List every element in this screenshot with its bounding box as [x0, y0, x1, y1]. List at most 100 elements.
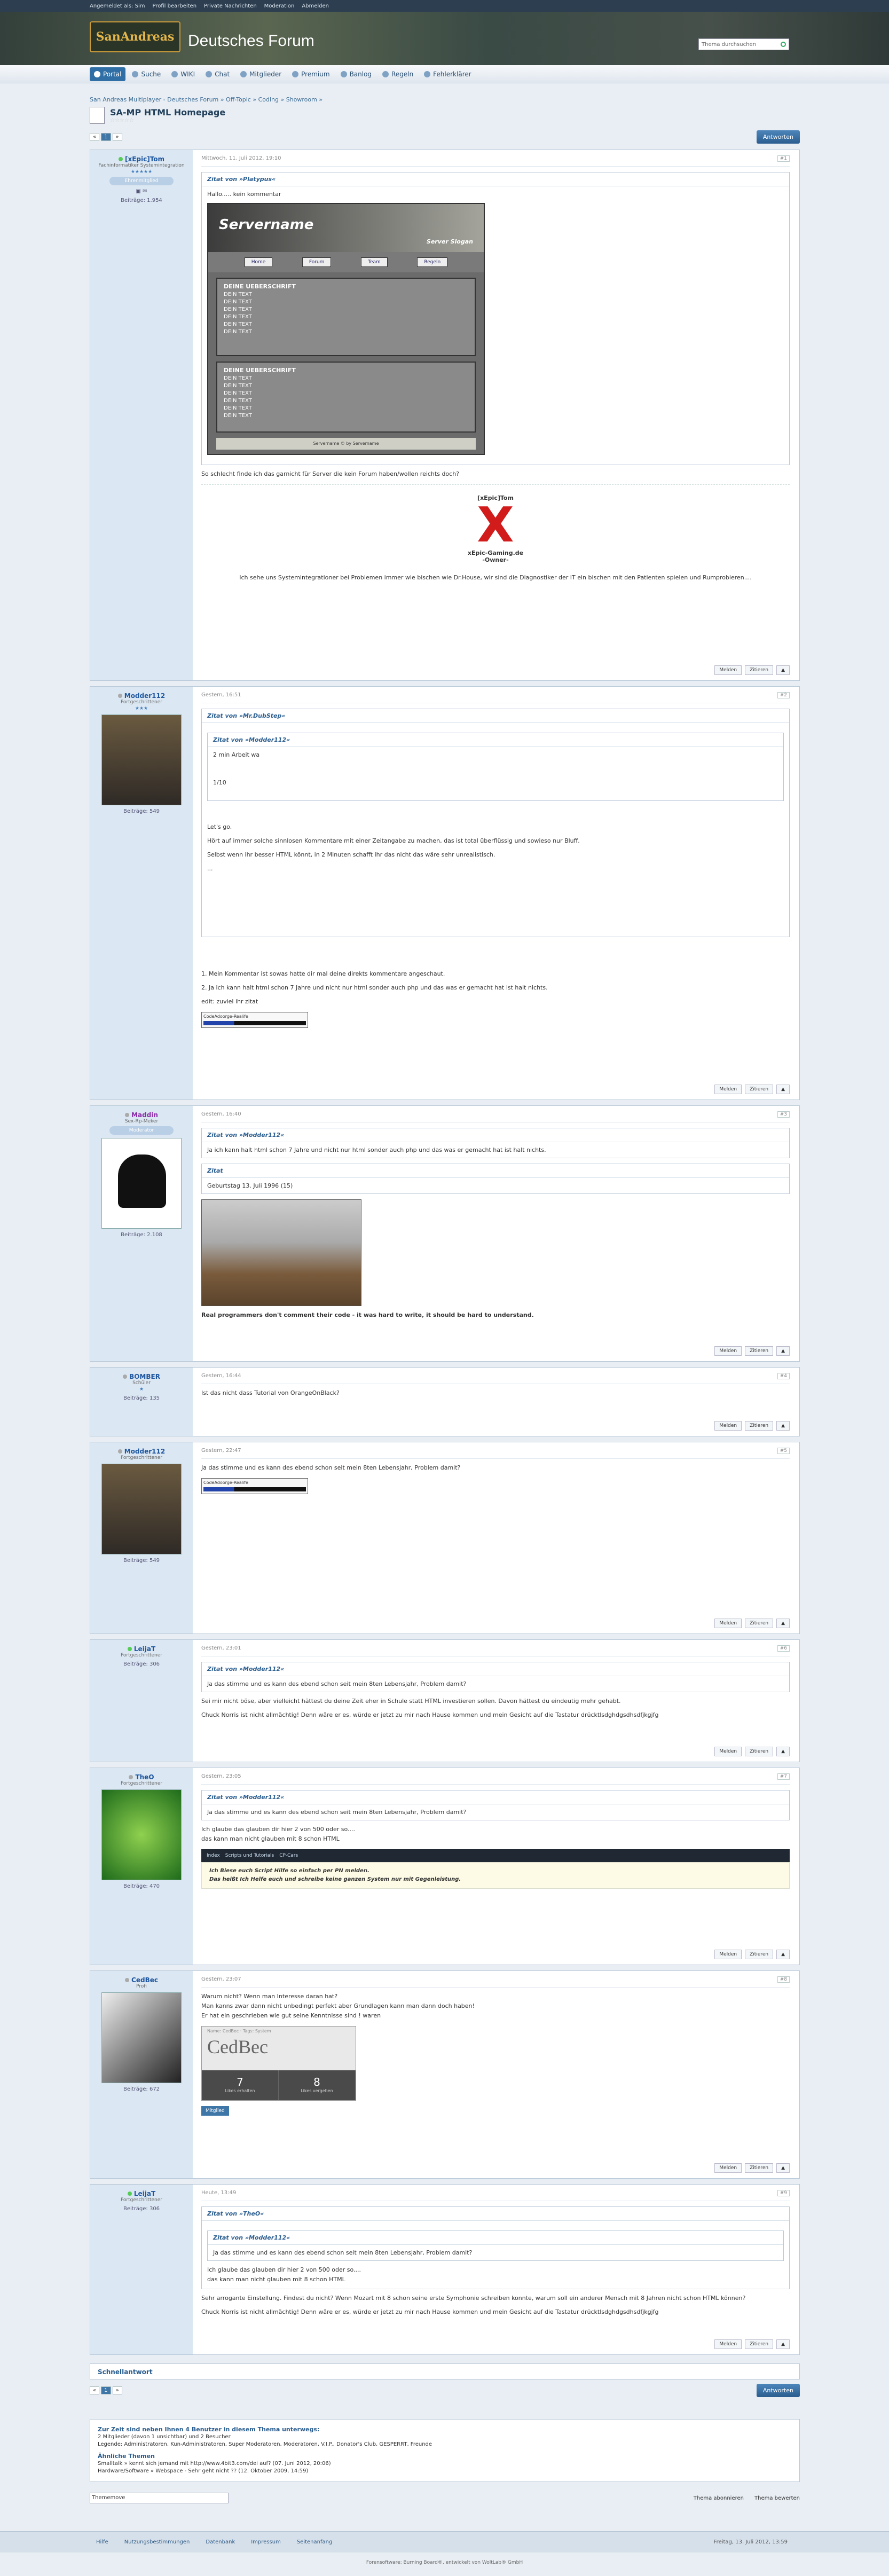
- up-button[interactable]: ▲: [776, 2339, 790, 2349]
- footer-link[interactable]: Hilfe: [96, 2539, 108, 2545]
- page-1[interactable]: 1: [101, 132, 111, 141]
- post-count[interactable]: Beiträge: 672: [93, 2086, 190, 2092]
- up-button[interactable]: ▲: [776, 1085, 790, 1094]
- logout-link[interactable]: Abmelden: [302, 3, 329, 9]
- page-next[interactable]: »: [112, 2386, 122, 2394]
- post-count[interactable]: Beiträge: 549: [93, 808, 190, 814]
- post-number[interactable]: #5: [777, 1448, 790, 1454]
- avatar[interactable]: [101, 714, 182, 805]
- subscribe-link[interactable]: Thema abonnieren: [694, 2495, 744, 2501]
- messages-link[interactable]: Private Nachrichten: [204, 3, 257, 9]
- quote-button[interactable]: Zitieren: [745, 1619, 774, 1628]
- report-button[interactable]: Melden: [714, 1421, 742, 1431]
- to-top-link[interactable]: Seitenanfang: [297, 2539, 333, 2545]
- up-button[interactable]: ▲: [776, 1346, 790, 1356]
- quote-button[interactable]: Zitieren: [745, 2339, 774, 2349]
- username[interactable]: Modder112: [93, 1448, 190, 1455]
- nav-chat[interactable]: Chat: [201, 67, 234, 81]
- footer-link[interactable]: Nutzungsbestimmungen: [124, 2539, 190, 2545]
- breadcrumb[interactable]: San Andreas Multiplayer - Deutsches Foru…: [90, 96, 800, 105]
- bar-item[interactable]: Scripts und Tutorials: [225, 1853, 274, 1858]
- post-count[interactable]: Beiträge: 306: [93, 1661, 190, 1667]
- reply-button[interactable]: Antworten: [756, 130, 800, 144]
- username[interactable]: Modder112: [93, 692, 190, 700]
- avatar[interactable]: [101, 1138, 182, 1229]
- thread-select[interactable]: Thememove: [90, 2493, 229, 2503]
- member-button[interactable]: Mitglied: [201, 2106, 229, 2116]
- nav-premium[interactable]: Premium: [288, 67, 334, 81]
- profile-card[interactable]: Name: CedBec · Tags: System CedBec 7 Like…: [201, 2026, 356, 2101]
- nav-portal[interactable]: Portal: [90, 67, 126, 81]
- report-button[interactable]: Melden: [714, 1619, 742, 1628]
- post-number[interactable]: #2: [777, 692, 790, 698]
- username[interactable]: BOMBER: [93, 1373, 190, 1380]
- bar-item[interactable]: Index: [207, 1853, 220, 1858]
- post-number[interactable]: #8: [777, 1976, 790, 1983]
- up-button[interactable]: ▲: [776, 1421, 790, 1431]
- report-button[interactable]: Melden: [714, 2339, 742, 2349]
- avatar[interactable]: [101, 1992, 182, 2083]
- post-count[interactable]: Beiträge: 470: [93, 1883, 190, 1889]
- page-1[interactable]: 1: [101, 2386, 111, 2394]
- username[interactable]: LeijaT: [93, 1645, 190, 1653]
- footer-link[interactable]: Datenbank: [206, 2539, 235, 2545]
- nav-wiki[interactable]: WIKI: [167, 67, 199, 81]
- quick-reply[interactable]: Schnellantwort: [90, 2363, 800, 2379]
- report-button[interactable]: Melden: [714, 1950, 742, 1959]
- report-button[interactable]: Melden: [714, 665, 742, 675]
- page-next[interactable]: »: [112, 132, 122, 141]
- search-input[interactable]: Thema durchsuchen: [698, 38, 789, 50]
- post-count[interactable]: Beiträge: 2.108: [93, 1232, 190, 1238]
- report-button[interactable]: Melden: [714, 1346, 742, 1356]
- similar-thread[interactable]: Smalltalk » kennt sich jemand mit http:/…: [98, 2460, 792, 2468]
- nav-members[interactable]: Mitglieder: [236, 67, 286, 81]
- quote-button[interactable]: Zitieren: [745, 1421, 774, 1431]
- post-count[interactable]: Beiträge: 135: [93, 1395, 190, 1401]
- quote-button[interactable]: Zitieren: [745, 1085, 774, 1094]
- up-button[interactable]: ▲: [776, 665, 790, 675]
- quote-button[interactable]: Zitieren: [745, 2163, 774, 2173]
- signature-banner[interactable]: CodeAdoorge-Realife: [201, 1012, 308, 1028]
- moderation-link[interactable]: Moderation: [264, 3, 295, 9]
- nav-search[interactable]: Suche: [128, 67, 165, 81]
- nav-banlog[interactable]: Banlog: [336, 67, 376, 81]
- page-prev[interactable]: «: [90, 2386, 100, 2394]
- post-count[interactable]: Beiträge: 1.954: [93, 198, 190, 203]
- report-button[interactable]: Melden: [714, 2163, 742, 2173]
- report-button[interactable]: Melden: [714, 1747, 742, 1756]
- page-prev[interactable]: «: [90, 132, 100, 141]
- post-number[interactable]: #1: [777, 155, 790, 162]
- username[interactable]: Maddin: [93, 1111, 190, 1119]
- post-count[interactable]: Beiträge: 549: [93, 1558, 190, 1564]
- reply-button[interactable]: Antworten: [756, 2383, 800, 2397]
- post-number[interactable]: #7: [777, 1773, 790, 1780]
- post-number[interactable]: #4: [777, 1373, 790, 1379]
- footer-link[interactable]: Impressum: [251, 2539, 281, 2545]
- username[interactable]: [xEpic]Tom: [93, 155, 190, 163]
- post-number[interactable]: #6: [777, 1645, 790, 1652]
- rate-link[interactable]: Thema bewerten: [754, 2495, 800, 2501]
- username[interactable]: LeijaT: [93, 2190, 190, 2197]
- post-number[interactable]: #3: [777, 1111, 790, 1118]
- up-button[interactable]: ▲: [776, 1619, 790, 1628]
- quote-button[interactable]: Zitieren: [745, 1950, 774, 1959]
- profile-link[interactable]: Profil bearbeiten: [152, 3, 196, 9]
- quote-button[interactable]: Zitieren: [745, 1747, 774, 1756]
- username[interactable]: TheO: [93, 1773, 190, 1781]
- avatar[interactable]: [101, 1789, 182, 1880]
- nav-errors[interactable]: Fehlerklärer: [420, 67, 476, 81]
- similar-thread[interactable]: Hardware/Software » Webspace - Sehr geht…: [98, 2468, 792, 2475]
- quote-button[interactable]: Zitieren: [745, 665, 774, 675]
- up-button[interactable]: ▲: [776, 1950, 790, 1959]
- post-image[interactable]: [201, 1199, 361, 1306]
- report-button[interactable]: Melden: [714, 1085, 742, 1094]
- bar-item[interactable]: CP-Cars: [279, 1853, 298, 1858]
- search-icon[interactable]: [781, 42, 786, 47]
- post-number[interactable]: #9: [777, 2190, 790, 2196]
- site-logo[interactable]: SanAndreas: [90, 21, 180, 52]
- username[interactable]: CedBec: [93, 1976, 190, 1984]
- up-button[interactable]: ▲: [776, 2163, 790, 2173]
- signature-banner[interactable]: CodeAdoorge-Realife: [201, 1478, 308, 1494]
- avatar[interactable]: [101, 1464, 182, 1554]
- nav-rules[interactable]: Regeln: [378, 67, 418, 81]
